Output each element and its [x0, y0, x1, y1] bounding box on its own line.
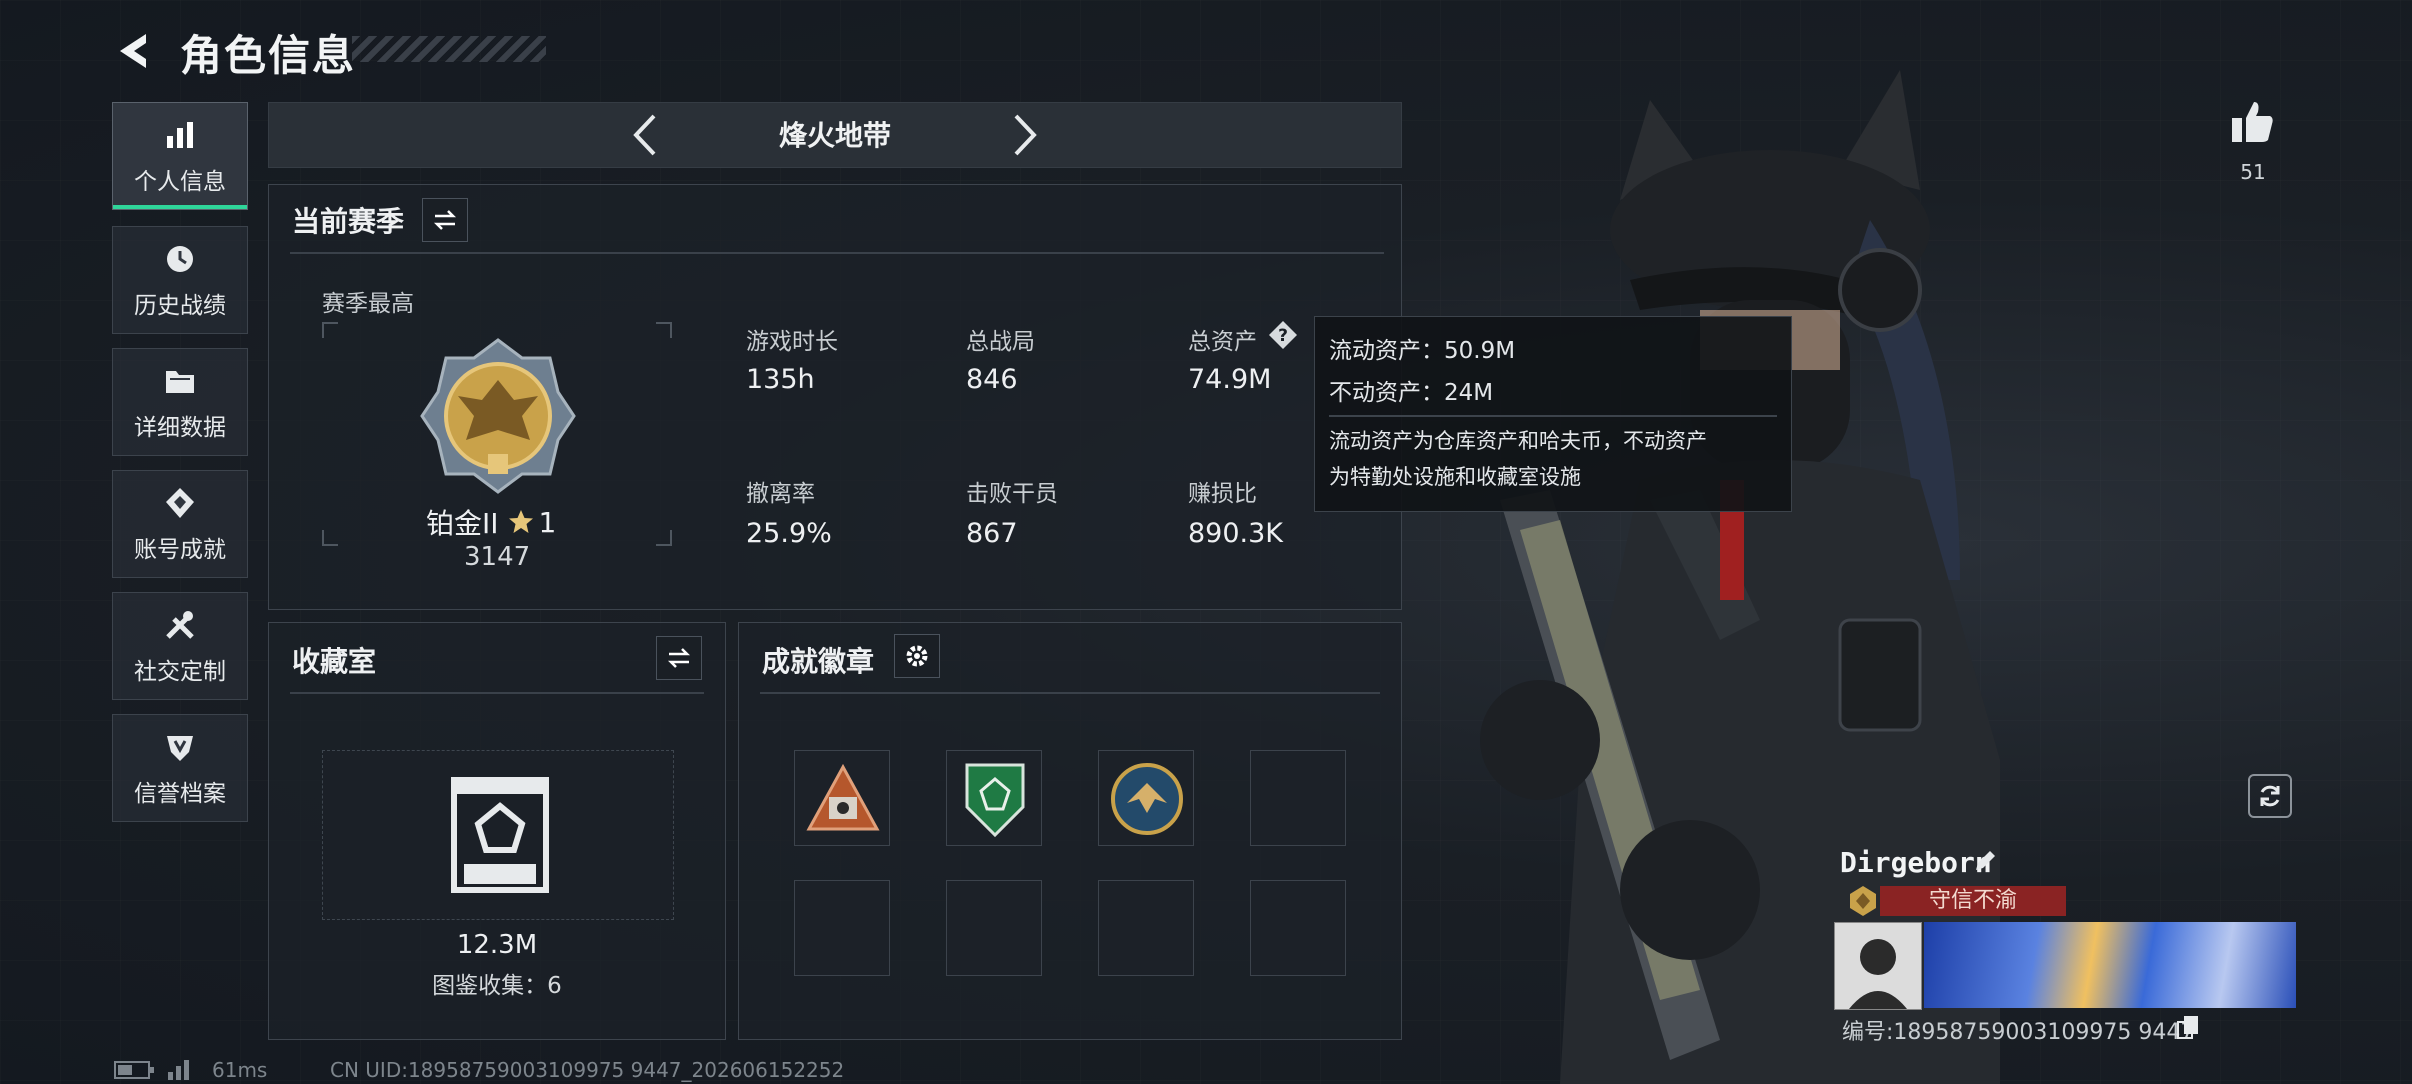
collection-title: 收藏室	[292, 645, 377, 678]
tooltip-fixed-assets: 不动资产：24M	[1329, 380, 1494, 406]
badge-slot[interactable]	[794, 750, 890, 846]
signal-icon	[168, 1060, 189, 1080]
badge-slot[interactable]	[946, 750, 1042, 846]
star-icon	[508, 510, 533, 533]
collection-catalog: 图鉴收集：6	[432, 973, 562, 999]
swap-icon	[667, 648, 691, 668]
collection-switch-button[interactable]	[656, 636, 702, 680]
swap-icon	[433, 210, 457, 230]
sidebar-item-history[interactable]: 历史战绩	[112, 226, 248, 334]
rank-stars: 1	[538, 505, 557, 539]
edit-pencil-icon[interactable]	[1972, 848, 1998, 874]
player-banner	[1924, 922, 2296, 1008]
eagle-coin-badge-icon	[1111, 763, 1183, 835]
badge-slot-empty[interactable]	[946, 880, 1042, 976]
back-arrow-icon[interactable]	[112, 28, 158, 74]
thumbs-up-icon[interactable]	[2228, 98, 2278, 148]
stat-value-kills: 867	[966, 518, 1018, 549]
stat-label-playtime: 游戏时长	[746, 329, 838, 355]
gear-icon	[906, 645, 928, 667]
badges-settings-button[interactable]	[894, 634, 940, 678]
season-best-label: 赛季最高	[322, 291, 414, 317]
avatar[interactable]	[1834, 922, 1922, 1010]
stat-value-matches: 846	[966, 364, 1018, 395]
assets-tooltip: 流动资产：50.9M 不动资产：24M 流动资产为仓库资产和哈夫币，不动资产 为…	[1314, 316, 1792, 512]
bar-chart-icon	[167, 122, 193, 148]
rank-score: 3147	[464, 542, 531, 572]
sidebar-item-details[interactable]: 详细数据	[112, 348, 248, 456]
honor-tag: 守信不渝	[1880, 886, 2066, 916]
sidebar-item-label: 信誉档案	[134, 781, 226, 807]
sidebar-item-profile[interactable]: 个人信息	[112, 102, 248, 210]
rank-name: 铂金II	[426, 507, 499, 540]
stat-value-profit-ratio: 890.3K	[1188, 518, 1284, 549]
badges-divider	[760, 692, 1380, 694]
sidebar-item-label: 社交定制	[134, 659, 226, 685]
triangle-badge-icon	[806, 763, 880, 831]
help-icon[interactable]: ?	[1268, 320, 1298, 350]
badge-slot-empty[interactable]	[1250, 880, 1346, 976]
player-card[interactable]	[1834, 922, 2296, 1010]
collection-value: 12.3M	[456, 930, 538, 960]
player-id: 编号:18958759003109975 9447	[1842, 1020, 2195, 1045]
title-decoration	[352, 36, 546, 62]
badge-slot-empty[interactable]	[794, 880, 890, 976]
rank-frame-corner	[656, 322, 672, 338]
sidebar-item-label: 个人信息	[134, 169, 226, 195]
sidebar-item-label: 历史战绩	[134, 293, 226, 319]
refresh-icon	[2260, 785, 2280, 807]
badge-slot-empty[interactable]	[1250, 750, 1346, 846]
sidebar-item-label: 详细数据	[134, 415, 226, 441]
rank-frame-corner	[322, 530, 338, 546]
rank-frame-corner	[322, 322, 338, 338]
mode-title: 烽火地带	[778, 119, 891, 152]
rank-frame-corner	[656, 530, 672, 546]
ping-readout: 61ms	[212, 1058, 268, 1082]
sidebar-item-label: 账号成就	[134, 537, 226, 563]
season-switch-button[interactable]	[422, 198, 468, 242]
sidebar-item-credit[interactable]: 信誉档案	[112, 714, 248, 822]
rank-line: 铂金II 1	[426, 502, 556, 542]
tools-icon	[166, 611, 194, 639]
player-name: Dirgeborn	[1840, 846, 1992, 879]
honor-medal-icon	[1850, 886, 1876, 916]
stat-value-playtime: 135h	[746, 364, 815, 395]
page-title: 角色信息	[180, 31, 357, 80]
stat-label-total-assets: 总资产	[1188, 329, 1257, 355]
platinum-rank-emblem-icon	[420, 338, 576, 494]
refresh-button[interactable]	[2248, 774, 2292, 818]
tooltip-divider	[1329, 415, 1777, 417]
credit-shield-icon	[167, 736, 193, 761]
tooltip-description-line1: 流动资产为仓库资产和哈夫币，不动资产	[1329, 429, 1707, 453]
collection-divider	[290, 692, 704, 694]
clock-history-icon	[167, 246, 193, 272]
stat-label-matches: 总战局	[966, 329, 1035, 355]
copy-icon[interactable]	[2176, 1014, 2200, 1040]
badges-title: 成就徽章	[762, 645, 875, 678]
collection-cabinet-icon	[451, 777, 549, 893]
season-divider	[290, 252, 1384, 254]
svg-text:?: ?	[1278, 326, 1288, 346]
stat-label-kills: 击败干员	[966, 481, 1058, 507]
stat-value-total-assets: 74.9M	[1188, 364, 1272, 395]
green-shield-badge-icon	[965, 763, 1025, 838]
achievement-icon	[166, 488, 194, 518]
like-count: 51	[2240, 160, 2266, 184]
sidebar-item-social[interactable]: 社交定制	[112, 592, 248, 700]
tooltip-description-line2: 为特勤处设施和收藏室设施	[1329, 465, 1581, 489]
sidebar-item-achievements[interactable]: 账号成就	[112, 470, 248, 578]
stat-value-extract-rate: 25.9%	[746, 518, 832, 549]
stat-label-extract-rate: 撤离率	[746, 481, 815, 507]
stat-label-profit-ratio: 赚损比	[1188, 481, 1257, 507]
season-title: 当前赛季	[292, 205, 405, 238]
chevron-right-icon[interactable]	[998, 108, 1048, 162]
folder-icon	[166, 371, 194, 393]
badge-slot[interactable]	[1098, 750, 1194, 846]
uid-readout: CN UID:18958759003109975 9447_2026061522…	[330, 1058, 845, 1082]
tooltip-liquid-assets: 流动资产：50.9M	[1329, 338, 1516, 364]
badge-slot-empty[interactable]	[1098, 880, 1194, 976]
avatar-portrait-icon	[1849, 939, 1907, 1009]
battery-icon	[114, 1061, 154, 1079]
